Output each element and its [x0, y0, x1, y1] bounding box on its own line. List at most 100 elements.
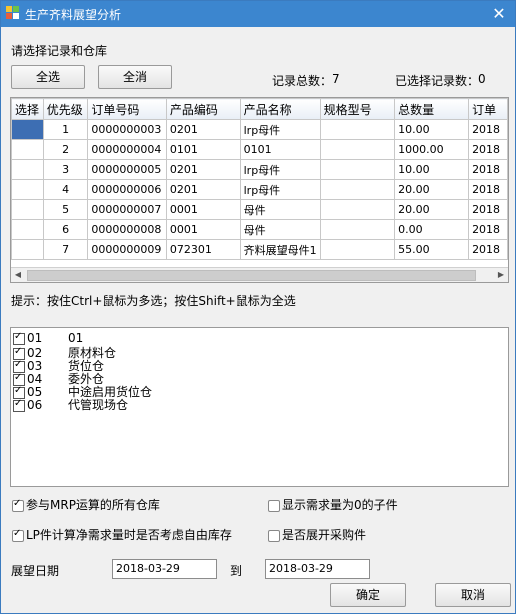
all-mrp-warehouses-checkbox[interactable]	[12, 498, 24, 512]
row-select-cell[interactable]	[11, 239, 44, 260]
warehouse-name: 01	[68, 331, 84, 345]
table-row[interactable]: 3 0000000005 0201 lrp母件 10.00 2018	[11, 159, 508, 180]
total-qty-cell: 0.00	[394, 219, 470, 240]
product-name-cell: 齐料展望母件1	[239, 239, 321, 260]
date-from-field[interactable]: 2018-03-29	[112, 559, 217, 579]
row-select-cell[interactable]	[11, 119, 44, 140]
show-zero-demand-option[interactable]: 显示需求量为0的子件	[268, 496, 398, 513]
hint-text: 提示：按住Ctrl+鼠标为多选；按住Shift+鼠标为全选	[11, 294, 296, 308]
list-item[interactable]: 04委外仓	[13, 370, 104, 386]
warehouse-checkbox[interactable]	[13, 331, 25, 345]
priority-cell: 5	[42, 199, 89, 220]
order-no-cell: 0000000009	[87, 239, 167, 260]
lp-free-stock-checkbox[interactable]	[12, 528, 24, 542]
col-order-date[interactable]: 订单	[468, 98, 508, 120]
spec-cell	[319, 159, 396, 180]
product-name-cell: 母件	[239, 219, 321, 240]
lp-free-stock-option[interactable]: LP件计算净需求量时是否考虑自由库存	[12, 526, 232, 543]
row-select-cell[interactable]	[11, 219, 44, 240]
col-order-no[interactable]: 订单号码	[87, 98, 167, 120]
col-spec[interactable]: 规格型号	[319, 98, 396, 120]
table-row[interactable]: 2 0000000004 0101 0101 1000.00 2018	[11, 139, 508, 160]
product-code-cell: 0101	[165, 139, 241, 160]
product-code-cell: 0001	[165, 219, 241, 240]
row-select-cell[interactable]	[11, 179, 44, 200]
order-date-cell: 2018	[468, 159, 508, 180]
order-no-cell: 0000000007	[87, 199, 167, 220]
total-qty-cell: 10.00	[394, 119, 470, 140]
warehouse-name: 代管现场仓	[68, 398, 129, 412]
expand-purchase-checkbox[interactable]	[268, 529, 280, 542]
spec-cell	[319, 239, 396, 260]
horizontal-scrollbar[interactable]: ◀ ▶	[11, 267, 508, 282]
ok-button[interactable]: 确定	[330, 583, 406, 607]
table-row[interactable]: 1 0000000003 0201 lrp母件 10.00 2018	[11, 119, 508, 140]
all-mrp-warehouses-option[interactable]: 参与MRP运算的所有仓库	[12, 496, 160, 513]
product-name-cell: 母件	[239, 199, 321, 220]
col-total-qty[interactable]: 总数量	[394, 98, 470, 120]
selected-records-label: 已选择记录数：	[395, 74, 480, 88]
scrollbar-thumb[interactable]	[27, 270, 476, 281]
list-item[interactable]: 05中途启用货位仓	[13, 383, 152, 399]
col-select[interactable]: 选择	[11, 98, 44, 120]
product-name-cell: lrp母件	[239, 119, 321, 140]
product-name-cell: 0101	[239, 139, 321, 160]
total-qty-cell: 20.00	[394, 199, 470, 220]
order-date-cell: 2018	[468, 139, 508, 160]
cancel-button[interactable]: 取消	[435, 583, 511, 607]
list-item[interactable]: 01 01	[13, 331, 84, 345]
warehouse-code: 06	[27, 398, 43, 412]
row-select-cell[interactable]	[11, 199, 44, 220]
row-select-cell[interactable]	[11, 159, 44, 180]
spec-cell	[319, 139, 396, 160]
title-bar: 生产齐料展望分析 ✕	[1, 1, 515, 27]
order-date-cell: 2018	[468, 239, 508, 260]
list-item[interactable]: 06 代管现场仓	[13, 396, 129, 412]
clear-all-button[interactable]: 全消	[98, 65, 172, 89]
priority-cell: 7	[42, 239, 89, 260]
show-zero-demand-checkbox[interactable]	[268, 499, 280, 512]
order-no-cell: 0000000004	[87, 139, 167, 160]
row-select-cell[interactable]	[11, 139, 44, 160]
priority-cell: 6	[42, 219, 89, 240]
list-item[interactable]: 02原材料仓	[13, 344, 116, 360]
total-qty-cell: 10.00	[394, 159, 470, 180]
close-icon[interactable]: ✕	[489, 4, 509, 24]
table-header-row: 选择 优先级 订单号码 产品编码 产品名称 规格型号 总数量 订单	[11, 98, 508, 120]
list-item[interactable]: 03货位仓	[13, 357, 104, 373]
table-row[interactable]: 4 0000000006 0201 lrp母件 20.00 2018	[11, 179, 508, 200]
priority-cell: 3	[42, 159, 89, 180]
order-date-cell: 2018	[468, 119, 508, 140]
table-row[interactable]: 6 0000000008 0001 母件 0.00 2018	[11, 219, 508, 240]
show-zero-demand-label: 显示需求量为0的子件	[282, 498, 398, 512]
date-to-label: 到	[230, 564, 243, 578]
scroll-left-icon[interactable]: ◀	[11, 268, 25, 282]
order-date-cell: 2018	[468, 179, 508, 200]
order-no-cell: 0000000006	[87, 179, 167, 200]
col-priority[interactable]: 优先级	[42, 98, 89, 120]
order-grid[interactable]: 选择 优先级 订单号码 产品编码 产品名称 规格型号 总数量 订单 1 0000…	[10, 97, 509, 283]
table-row[interactable]: 7 0000000009 072301 齐料展望母件1 55.00 2018	[11, 239, 508, 260]
app-icon	[6, 6, 20, 20]
spec-cell	[319, 119, 396, 140]
expand-purchase-label: 是否展开采购件	[282, 528, 367, 542]
select-all-button[interactable]: 全选	[11, 65, 85, 89]
total-qty-cell: 1000.00	[394, 139, 470, 160]
order-table: 选择 优先级 订单号码 产品编码 产品名称 规格型号 总数量 订单 1 0000…	[11, 98, 508, 260]
date-to-field[interactable]: 2018-03-29	[265, 559, 370, 579]
col-product-name[interactable]: 产品名称	[239, 98, 321, 120]
product-code-cell: 0201	[165, 179, 241, 200]
order-date-cell: 2018	[468, 199, 508, 220]
spec-cell	[319, 179, 396, 200]
table-row[interactable]: 5 0000000007 0001 母件 20.00 2018	[11, 199, 508, 220]
priority-cell: 2	[42, 139, 89, 160]
col-product-code[interactable]: 产品编码	[165, 98, 241, 120]
total-qty-cell: 55.00	[394, 239, 470, 260]
section-label: 请选择记录和仓库	[11, 44, 108, 58]
warehouse-list[interactable]: 01 01 02原材料仓 03货位仓 04委外仓 05中途启用货位仓 06 代管现场…	[10, 327, 509, 487]
dialog-window: 生产齐料展望分析 ✕ 请选择记录和仓库 全选 全消 记录总数： 7 已选择记录数…	[0, 0, 516, 614]
all-mrp-warehouses-label: 参与MRP运算的所有仓库	[26, 498, 160, 512]
expand-purchase-option[interactable]: 是否展开采购件	[268, 526, 366, 543]
scroll-right-icon[interactable]: ▶	[494, 268, 508, 282]
warehouse-checkbox[interactable]	[13, 398, 25, 412]
